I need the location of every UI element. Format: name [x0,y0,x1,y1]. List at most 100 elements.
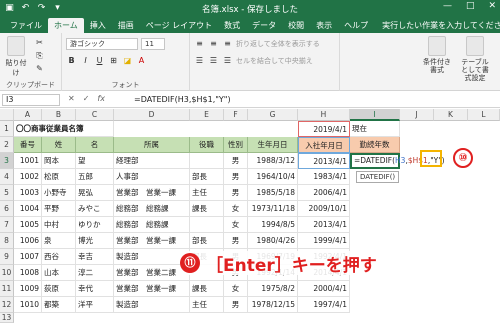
table-cell[interactable]: 洋平 [76,297,114,313]
table-cell[interactable]: 1980/4/26 [248,233,298,249]
column-header[interactable]: G [248,109,298,121]
table-cell[interactable]: 1983/4/1 [298,169,350,185]
copy-icon[interactable]: ⎘ [34,50,45,61]
table-cell[interactable]: 岡本 [42,153,76,169]
table-cell[interactable]: 課長 [190,281,224,297]
row-header[interactable]: 12 [0,297,14,313]
sheet-title-cell[interactable]: 〇〇商事従業員名簿 [14,121,114,137]
wrap-text-button[interactable]: 折り返して全体を表示する [236,39,320,49]
column-header[interactable]: C [76,109,114,121]
row-header[interactable]: 6 [0,201,14,217]
tab-help[interactable]: ヘルプ [338,18,374,33]
close-button[interactable]: ✕ [488,1,496,11]
table-cell[interactable]: 女 [224,281,248,297]
table-cell[interactable]: 1975/8/2 [248,281,298,297]
table-cell[interactable]: 博光 [76,233,114,249]
header-cell[interactable]: 生年月日 [248,137,298,153]
table-cell[interactable]: 総務部 総務課 [114,201,190,217]
tab-data[interactable]: データ [246,18,282,33]
column-header[interactable]: E [190,109,224,121]
maximize-button[interactable]: □ [466,1,475,11]
table-cell[interactable]: 山本 [42,265,76,281]
table-cell[interactable]: 女 [224,217,248,233]
table-cell[interactable]: 1008 [14,265,42,281]
table-cell[interactable]: 淳二 [76,265,114,281]
merge-center-button[interactable]: セルを結合して中央揃え [236,56,313,66]
header-cell[interactable]: 所属 [114,137,190,153]
paste-button[interactable]: 貼り付け [4,36,28,78]
table-cell[interactable]: 1005 [14,217,42,233]
table-cell[interactable]: 経理部 [114,153,190,169]
tab-file[interactable]: ファイル [4,18,48,33]
table-cell[interactable]: 男 [224,297,248,313]
fill-color-icon[interactable]: ◪ [122,55,133,66]
column-header[interactable]: H [298,109,350,121]
table-cell[interactable]: 望 [76,153,114,169]
table-cell[interactable]: 製造部 [114,249,190,265]
row-header[interactable]: 11 [0,281,14,297]
column-header[interactable]: K [434,109,468,121]
header-cell[interactable]: 番号 [14,137,42,153]
table-cell[interactable]: 幸吉 [76,249,114,265]
table-cell[interactable]: 幸代 [76,281,114,297]
row-header[interactable]: 2 [0,137,14,153]
align-left-icon[interactable]: ☰ [194,55,205,66]
border-icon[interactable]: ⊞ [108,55,119,66]
table-cell[interactable]: 1002 [14,169,42,185]
format-painter-icon[interactable]: ✎ [34,63,45,74]
table-cell[interactable]: 男 [224,153,248,169]
table-cell[interactable]: 2013/4/1 [298,153,350,169]
insert-function-icon[interactable]: fx [97,94,105,103]
table-cell[interactable]: 1003 [14,185,42,201]
row-header[interactable]: 4 [0,169,14,185]
table-cell[interactable]: 小野寺 [42,185,76,201]
table-cell[interactable]: 主任 [190,297,224,313]
table-cell[interactable]: 1010 [14,297,42,313]
table-cell[interactable]: 都築 [42,297,76,313]
tab-view[interactable]: 表示 [310,18,338,33]
tab-home[interactable]: ホーム [48,18,84,33]
align-middle-icon[interactable]: ≡ [208,38,219,49]
table-cell[interactable]: 1001 [14,153,42,169]
font-color-icon[interactable]: A [136,55,147,66]
minimize-button[interactable]: — [443,1,452,11]
table-cell[interactable]: 男 [224,169,248,185]
table-cell[interactable]: 1999/4/1 [298,233,350,249]
table-cell[interactable]: ゆりか [76,217,114,233]
table-cell[interactable]: 1964/10/4 [248,169,298,185]
table-cell[interactable]: 製造部 [114,297,190,313]
current-label-cell[interactable]: 現在 [350,121,400,137]
table-cell[interactable]: 部長 [190,233,224,249]
row-header[interactable]: 8 [0,233,14,249]
table-cell[interactable] [190,217,224,233]
conditional-format-button[interactable]: 条件付き書式 [422,36,452,74]
column-header[interactable]: D [114,109,190,121]
reference-date-cell[interactable]: 2019/4/1 [298,121,350,137]
table-cell[interactable]: 1988/3/12 [248,153,298,169]
column-header[interactable]: L [468,109,500,121]
column-header[interactable]: B [42,109,76,121]
font-size-select[interactable]: 11 [141,38,165,50]
table-cell[interactable] [190,153,224,169]
table-cell[interactable]: 1985/5/18 [248,185,298,201]
table-cell[interactable]: 西谷 [42,249,76,265]
table-cell[interactable]: 五郎 [76,169,114,185]
active-cell-i3[interactable]: =DATEDIF(H3,$H$1,"Y") [350,153,445,169]
table-cell[interactable]: 1009 [14,281,42,297]
tab-formulas[interactable]: 数式 [218,18,246,33]
header-cell[interactable]: 姓 [42,137,76,153]
font-name-select[interactable]: 游ゴシック [66,38,138,50]
tab-review[interactable]: 校閲 [282,18,310,33]
column-header-selected[interactable]: I [350,109,400,121]
table-cell[interactable]: 営業部 営業一課 [114,185,190,201]
table-cell[interactable]: 1978/12/15 [248,297,298,313]
table-cell[interactable]: 部長 [190,169,224,185]
column-header[interactable]: J [400,109,434,121]
row-header[interactable]: 7 [0,217,14,233]
table-cell[interactable]: 1006 [14,233,42,249]
table-cell[interactable]: 2000/4/1 [298,281,350,297]
table-cell[interactable]: 晃弘 [76,185,114,201]
table-cell[interactable]: 営業部 営業二課 [114,265,190,281]
align-top-icon[interactable]: ≡ [194,38,205,49]
table-cell[interactable]: 総務部 総務課 [114,217,190,233]
